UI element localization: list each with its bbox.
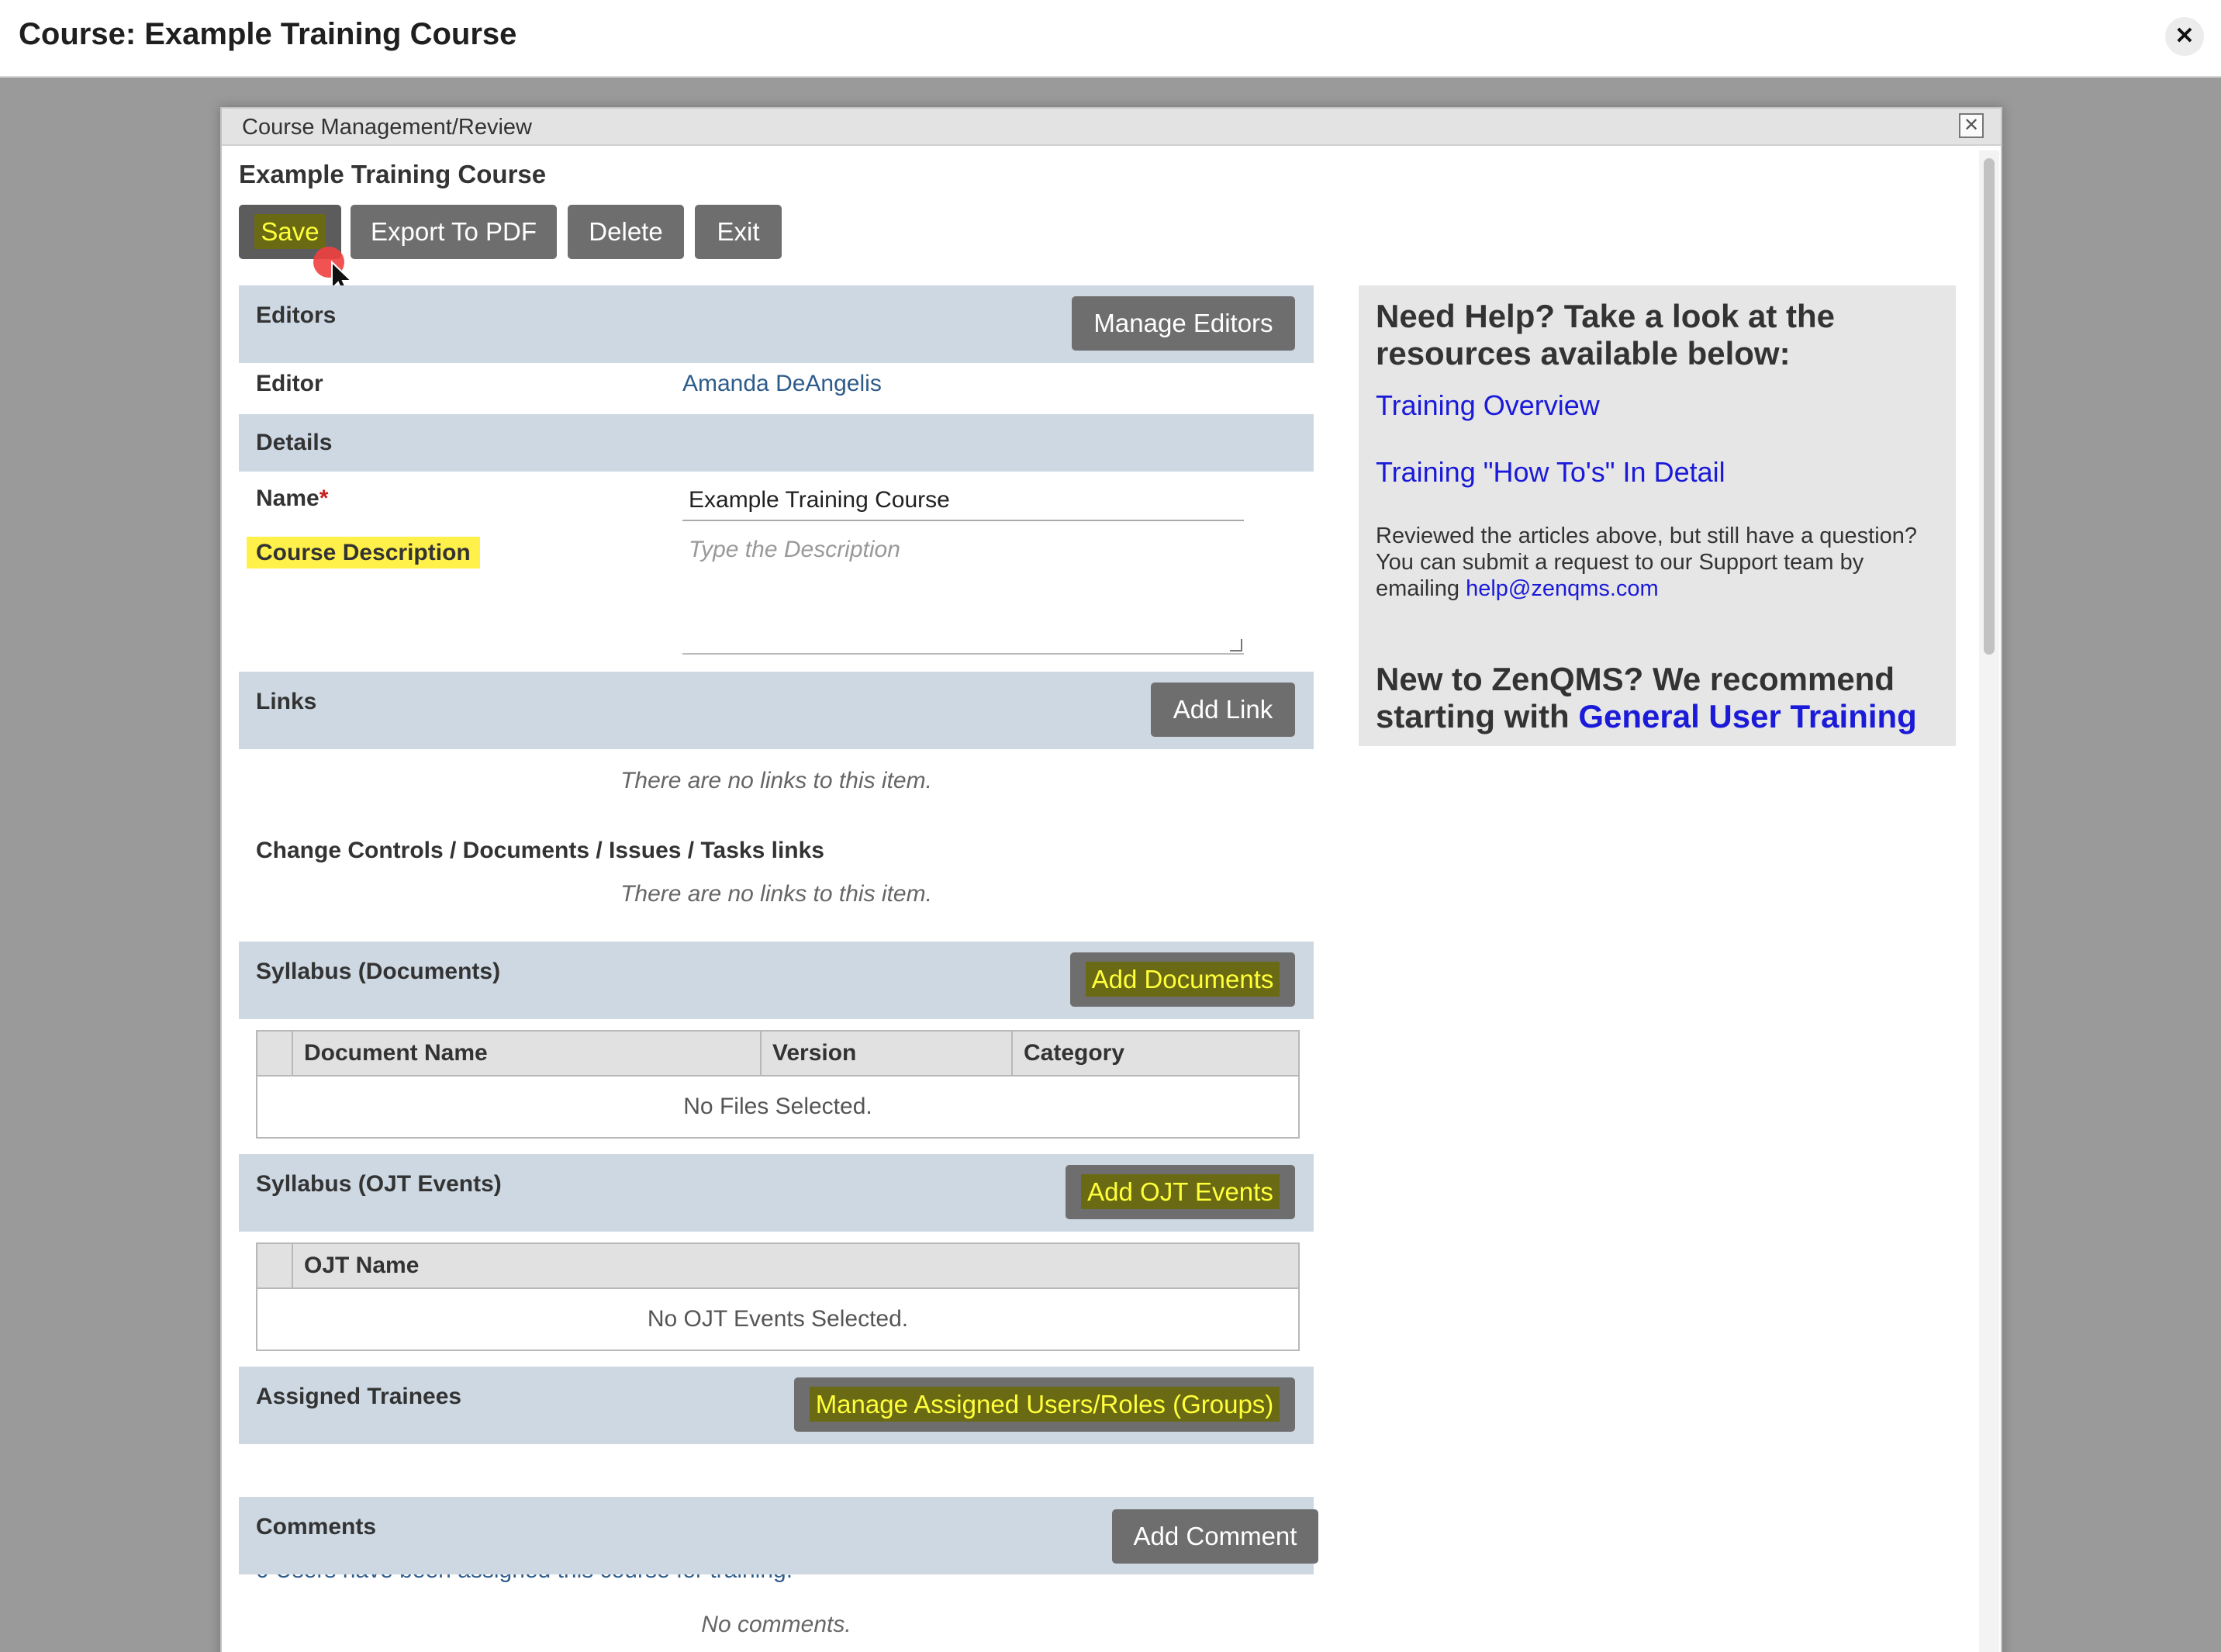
editors-section: Editors Manage Editors xyxy=(239,285,1314,363)
resize-handle-icon[interactable] xyxy=(1230,639,1242,651)
details-heading: Details xyxy=(256,430,333,455)
add-ojt-events-button[interactable]: Add OJT Events xyxy=(1066,1165,1295,1219)
course-dialog: Course Management/Review ✕ Example Train… xyxy=(220,107,2002,1652)
description-placeholder: Type the Description xyxy=(689,537,900,562)
training-overview-link[interactable]: Training Overview xyxy=(1376,389,1600,422)
comments-section: Comments Add Comment xyxy=(239,1497,1318,1574)
course-description-label: Course Description xyxy=(247,537,480,569)
manage-assigned-users-button[interactable]: Manage Assigned Users/Roles (Groups) xyxy=(794,1377,1295,1432)
top-bar: Course: Example Training Course ✕ xyxy=(0,0,2221,78)
scrollbar[interactable] xyxy=(1979,150,1999,1652)
required-mark: * xyxy=(319,486,329,511)
column-category[interactable]: Category xyxy=(1011,1032,1298,1075)
help-text: Reviewed the articles above, but still h… xyxy=(1376,523,1950,602)
ojt-table-header: OJT Name xyxy=(257,1244,1298,1289)
ojt-table: OJT Name No OJT Events Selected. xyxy=(256,1242,1300,1351)
training-how-tos-link[interactable]: Training "How To's" In Detail xyxy=(1376,456,1725,489)
details-section: Details xyxy=(239,414,1314,472)
documents-table: Document Name Version Category No Files … xyxy=(256,1030,1300,1139)
column-document-name[interactable]: Document Name xyxy=(292,1032,760,1075)
scrollbar-thumb[interactable] xyxy=(1984,158,1995,655)
help-footer: New to ZenQMS? We recommend starting wit… xyxy=(1376,661,1950,735)
syllabus-ojt-section: Syllabus (OJT Events) Add OJT Events xyxy=(239,1154,1314,1232)
help-panel: Need Help? Take a look at the resources … xyxy=(1359,285,1956,746)
add-comment-button[interactable]: Add Comment xyxy=(1112,1509,1318,1564)
column-ojt-name[interactable]: OJT Name xyxy=(292,1244,1298,1287)
comments-empty-note: No comments. xyxy=(701,1612,851,1637)
export-pdf-button[interactable]: Export To PDF xyxy=(351,205,557,259)
course-description-label-text: Course Description xyxy=(247,537,480,569)
add-ojt-events-label: Add OJT Events xyxy=(1081,1174,1280,1209)
change-controls-heading: Change Controls / Documents / Issues / T… xyxy=(256,838,824,863)
dialog-title: Course Management/Review xyxy=(242,115,532,140)
delete-button[interactable]: Delete xyxy=(568,205,684,259)
editors-heading: Editors xyxy=(256,302,337,328)
assigned-trainees-heading: Assigned Trainees xyxy=(256,1384,462,1409)
links-heading: Links xyxy=(256,689,317,714)
comments-heading: Comments xyxy=(256,1514,377,1540)
add-documents-button[interactable]: Add Documents xyxy=(1070,952,1295,1007)
page-title: Course: Example Training Course xyxy=(19,17,517,51)
links-empty-note: There are no links to this item. xyxy=(620,768,932,793)
dialog-header: Course Management/Review ✕ xyxy=(222,109,2001,146)
syllabus-documents-heading: Syllabus (Documents) xyxy=(256,959,501,984)
ojt-empty-row: No OJT Events Selected. xyxy=(647,1306,909,1332)
manage-assigned-users-label: Manage Assigned Users/Roles (Groups) xyxy=(809,1387,1280,1422)
general-user-training-link[interactable]: General User Training xyxy=(1578,698,1917,734)
editor-name-link[interactable]: Amanda DeAngelis xyxy=(682,371,882,397)
links-section: Links Add Link xyxy=(239,672,1314,749)
close-icon[interactable]: ✕ xyxy=(2165,17,2204,56)
course-description-field[interactable]: Type the Description xyxy=(682,529,1244,655)
exit-button[interactable]: Exit xyxy=(695,205,782,259)
name-label: Name* xyxy=(256,486,328,512)
syllabus-documents-section: Syllabus (Documents) Add Documents xyxy=(239,942,1314,1019)
name-label-text: Name xyxy=(256,486,320,511)
syllabus-ojt-heading: Syllabus (OJT Events) xyxy=(256,1171,502,1197)
documents-table-header: Document Name Version Category xyxy=(257,1032,1298,1077)
name-field[interactable]: Example Training Course xyxy=(682,478,1244,521)
add-documents-label: Add Documents xyxy=(1085,962,1280,997)
assigned-trainees-section: Assigned Trainees Manage Assigned Users/… xyxy=(239,1367,1314,1444)
help-heading: Need Help? Take a look at the resources … xyxy=(1376,298,1836,372)
column-version[interactable]: Version xyxy=(760,1032,1011,1075)
manage-editors-button[interactable]: Manage Editors xyxy=(1072,296,1295,351)
documents-empty-row: No Files Selected. xyxy=(683,1094,872,1119)
support-email-link[interactable]: help@zenqms.com xyxy=(1466,576,1659,601)
save-button-label: Save xyxy=(254,214,326,249)
dialog-close-icon[interactable]: ✕ xyxy=(1959,113,1984,138)
editor-label: Editor xyxy=(256,371,323,396)
add-link-button[interactable]: Add Link xyxy=(1151,683,1295,737)
course-title: Example Training Course xyxy=(239,160,547,188)
change-controls-empty-note: There are no links to this item. xyxy=(620,881,932,907)
